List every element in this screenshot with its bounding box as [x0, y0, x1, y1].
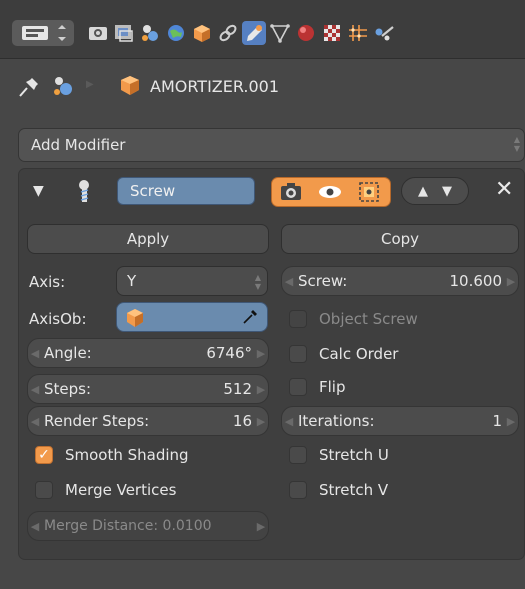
breadcrumb-separator-icon: ▶: [86, 79, 94, 90]
add-modifier-dropdown[interactable]: Add Modifier ▲ ▼: [18, 128, 525, 162]
stretch-u-label: Stretch U: [319, 446, 389, 464]
iterations-field[interactable]: ◀ Iterations: 1 ▶: [281, 406, 519, 436]
merge-vertices-checkbox[interactable]: [35, 481, 53, 499]
properties-header: [0, 0, 525, 59]
axisob-label: AxisOb:: [29, 310, 87, 328]
object-screw-checkbox[interactable]: [289, 310, 307, 328]
properties-editor-icon: [22, 25, 66, 41]
move-down-icon[interactable]: ▼: [442, 184, 452, 199]
scene-icon: [50, 74, 76, 104]
move-up-icon[interactable]: ▲: [418, 184, 428, 199]
render-layers-icon[interactable]: [112, 21, 136, 45]
decrement-arrow-icon[interactable]: ◀: [282, 415, 296, 428]
apply-button[interactable]: Apply: [27, 224, 269, 254]
stretch-u-checkbox[interactable]: [289, 446, 307, 464]
calc-order-checkbox[interactable]: [289, 345, 307, 363]
angle-field[interactable]: ◀ Angle: 6746° ▶: [27, 338, 269, 368]
material-icon[interactable]: [294, 21, 318, 45]
axis-value: Y: [127, 272, 137, 290]
move-order-buttons: ▲ ▼: [401, 177, 469, 205]
decrement-arrow-icon[interactable]: ◀: [28, 415, 42, 428]
axis-label: Axis:: [29, 273, 66, 291]
scene-icon[interactable]: [138, 21, 162, 45]
smooth-shading-checkbox[interactable]: ✓: [35, 446, 53, 464]
steps-label: Steps:: [44, 380, 92, 398]
render-icon[interactable]: [86, 21, 110, 45]
decrement-arrow-icon[interactable]: ◀: [282, 275, 296, 288]
steps-field[interactable]: ◀ Steps: 512 ▶: [27, 374, 269, 404]
show-render-icon[interactable]: [280, 182, 302, 206]
increment-arrow-icon[interactable]: ▶: [254, 520, 268, 533]
render-steps-label: Render Steps:: [44, 412, 150, 430]
merge-vertices-label: Merge Vertices: [65, 481, 177, 499]
data-icon[interactable]: [268, 21, 292, 45]
object-icon[interactable]: [190, 21, 214, 45]
breadcrumb: ▶ AMORTIZER.001: [0, 58, 525, 120]
checkmark-icon: ✓: [38, 447, 50, 463]
dropdown-arrows-icon: ▲ ▼: [513, 135, 520, 153]
flip-checkbox[interactable]: [289, 378, 307, 396]
remove-modifier-icon[interactable]: ✕: [495, 177, 513, 202]
eyedropper-icon[interactable]: [241, 308, 259, 330]
screw-label: Screw:: [298, 272, 348, 290]
collapse-triangle-icon[interactable]: ▼: [33, 183, 44, 199]
iterations-value: 1: [492, 412, 502, 430]
constraints-icon[interactable]: [216, 21, 240, 45]
object-name: AMORTIZER.001: [150, 77, 280, 96]
modifier-name-field[interactable]: Screw: [117, 177, 255, 205]
iterations-label: Iterations:: [298, 412, 375, 430]
editor-type-selector[interactable]: [12, 20, 74, 46]
decrement-arrow-icon[interactable]: ◀: [28, 383, 42, 396]
texture-icon[interactable]: [320, 21, 344, 45]
object-screw-label: Object Screw: [319, 310, 418, 328]
angle-value: 6746°: [206, 344, 252, 362]
flip-label: Flip: [319, 378, 346, 396]
modifier-visibility-toggles: [271, 177, 391, 207]
increment-arrow-icon[interactable]: ▶: [254, 347, 268, 360]
add-modifier-label: Add Modifier: [31, 136, 126, 154]
increment-arrow-icon[interactable]: ▶: [504, 415, 518, 428]
decrement-arrow-icon[interactable]: ◀: [28, 520, 42, 533]
steps-value: 512: [223, 380, 252, 398]
axisob-field[interactable]: [116, 302, 268, 332]
render-steps-value: 16: [232, 412, 252, 430]
modifiers-icon[interactable]: [242, 21, 266, 45]
render-steps-field[interactable]: ◀ Render Steps: 16 ▶: [27, 406, 269, 436]
axis-dropdown[interactable]: Y ▲ ▼: [116, 266, 268, 296]
stretch-v-checkbox[interactable]: [289, 481, 307, 499]
calc-order-label: Calc Order: [319, 345, 399, 363]
screw-modifier-panel: ▼ Screw ▲ ▼ ✕ Apply Copy Axis: Y ▲ ▼ Axis…: [18, 168, 525, 560]
dropdown-arrows-icon: ▲ ▼: [254, 273, 261, 291]
pin-icon[interactable]: [16, 74, 42, 104]
increment-arrow-icon[interactable]: ▶: [254, 383, 268, 396]
physics-icon[interactable]: [372, 21, 396, 45]
increment-arrow-icon[interactable]: ▶: [504, 275, 518, 288]
show-editmode-icon[interactable]: [358, 181, 380, 207]
world-icon[interactable]: [164, 21, 188, 45]
stretch-v-label: Stretch V: [319, 481, 389, 499]
show-viewport-icon[interactable]: [318, 183, 342, 205]
screw-field[interactable]: ◀ Screw: 10.600 ▶: [281, 266, 519, 296]
particles-icon[interactable]: [346, 21, 370, 45]
screw-modifier-icon: [75, 179, 97, 209]
merge-distance-label: Merge Distance: 0.0100: [44, 518, 212, 534]
screw-value: 10.600: [449, 272, 503, 290]
copy-button[interactable]: Copy: [281, 224, 519, 254]
smooth-shading-label: Smooth Shading: [65, 446, 189, 464]
angle-label: Angle:: [44, 344, 92, 362]
merge-distance-field[interactable]: ◀ Merge Distance: 0.0100 ▶: [27, 511, 269, 541]
object-icon: [123, 306, 147, 334]
increment-arrow-icon[interactable]: ▶: [254, 415, 268, 428]
decrement-arrow-icon[interactable]: ◀: [28, 347, 42, 360]
object-icon: [118, 73, 142, 103]
